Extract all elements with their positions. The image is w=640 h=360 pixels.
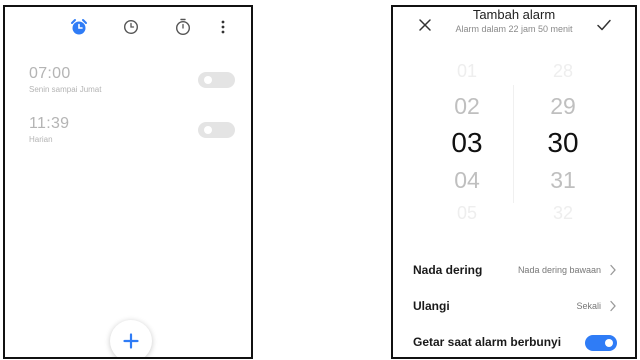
minute-option[interactable]: 29 xyxy=(533,93,593,120)
toggle-knob xyxy=(204,76,212,84)
plus-icon xyxy=(123,333,139,349)
clock-icon xyxy=(123,19,139,35)
tab-clock[interactable] xyxy=(121,17,141,37)
alarm-clock-icon xyxy=(71,19,87,35)
ringtone-value: Nada dering bawaan xyxy=(517,265,601,275)
alarm-toggle[interactable] xyxy=(198,72,235,88)
vibrate-label: Getar saat alarm berbunyi xyxy=(413,335,562,349)
stopwatch-icon xyxy=(175,18,191,36)
vibrate-toggle[interactable] xyxy=(585,335,617,351)
alarm-toggle[interactable] xyxy=(198,122,235,138)
toggle-knob xyxy=(204,126,212,134)
alarm-list-screen: 07:00 Senin sampai Jumat 11:39 Harian xyxy=(3,5,253,359)
hour-option[interactable]: 02 xyxy=(437,93,497,120)
minute-option[interactable]: 31 xyxy=(533,167,593,194)
picker-divider xyxy=(513,85,514,203)
alarm-time: 07:00 xyxy=(29,65,71,82)
repeat-setting[interactable]: Ulangi Sekali xyxy=(413,295,617,319)
chevron-right-icon xyxy=(610,300,616,312)
hour-option[interactable]: 04 xyxy=(437,167,497,194)
ringtone-label: Nada dering xyxy=(413,263,483,277)
repeat-label: Ulangi xyxy=(413,299,450,313)
more-options-button[interactable] xyxy=(213,17,233,37)
minute-option[interactable]: 32 xyxy=(533,203,593,224)
confirm-button[interactable] xyxy=(595,17,613,33)
alarm-repeat-label: Harian xyxy=(29,135,53,144)
minute-option[interactable]: 28 xyxy=(533,61,593,82)
alarm-item[interactable]: 07:00 Senin sampai Jumat xyxy=(29,65,235,105)
tab-stopwatch[interactable] xyxy=(173,17,193,37)
vibrate-setting[interactable]: Getar saat alarm berbunyi xyxy=(413,331,617,355)
ringtone-setting[interactable]: Nada dering Nada dering bawaan xyxy=(413,259,617,283)
minute-picker[interactable]: 28 29 30 31 32 xyxy=(533,55,593,235)
hour-picker[interactable]: 01 02 03 04 05 xyxy=(437,55,497,235)
hour-option[interactable]: 01 xyxy=(437,61,497,82)
tab-bar xyxy=(5,15,251,39)
more-vertical-icon xyxy=(221,20,225,34)
add-alarm-button[interactable] xyxy=(110,320,152,357)
alarm-time: 11:39 xyxy=(29,115,70,132)
selected-hour[interactable]: 03 xyxy=(437,127,497,159)
alarm-repeat-label: Senin sampai Jumat xyxy=(29,85,102,94)
tab-alarm[interactable] xyxy=(69,17,89,37)
check-icon xyxy=(597,19,611,31)
selected-minute[interactable]: 30 xyxy=(533,127,593,159)
alarm-item[interactable]: 11:39 Harian xyxy=(29,115,235,155)
hour-option[interactable]: 05 xyxy=(437,203,497,224)
toggle-knob xyxy=(605,339,613,347)
repeat-value: Sekali xyxy=(576,301,601,311)
add-alarm-screen: Tambah alarm Alarm dalam 22 jam 50 menit… xyxy=(391,5,637,359)
chevron-right-icon xyxy=(610,264,616,276)
